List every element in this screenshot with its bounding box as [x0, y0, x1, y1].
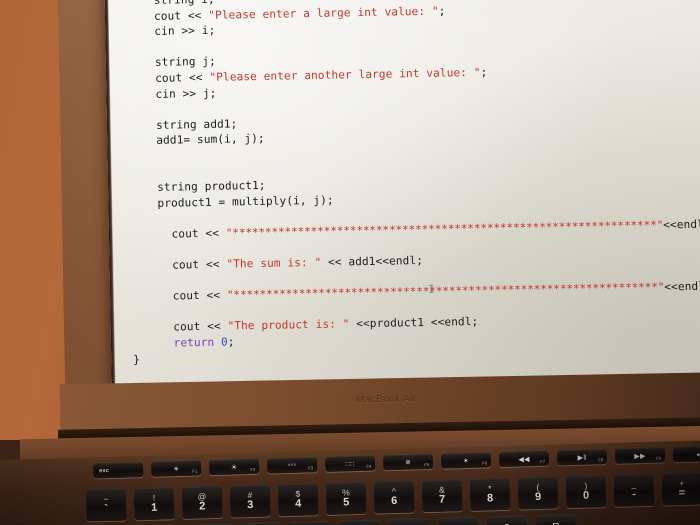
- code-editor-text[interactable]: string i; cout << "Please enter a large …: [127, 0, 700, 368]
- rewind-key[interactable]: ◀◀ F7: [498, 450, 550, 468]
- keyboard-backlight-up-key-glyph: ✶: [462, 457, 470, 465]
- nine-key[interactable]: (9: [517, 476, 559, 510]
- keyboard-backlight-down-key[interactable]: ✵ F5: [382, 453, 434, 471]
- y-key[interactable]: Y: [339, 519, 381, 525]
- one-key[interactable]: ! 1: [133, 487, 175, 521]
- fast-forward-key-label: F9: [656, 455, 662, 461]
- fast-forward-key[interactable]: ▶▶ F9: [614, 447, 666, 464]
- laptop-screen[interactable]: string i; cout << "Please enter a large …: [104, 0, 700, 389]
- number-key-row[interactable]: ~ `! 1 @2 #3 $4% 5 ^ 6 & 7 * 8(9) 0 _ - + =: [85, 472, 700, 522]
- eight-key[interactable]: * 8: [469, 477, 511, 511]
- u-key[interactable]: U: [388, 518, 430, 525]
- brightness-down-key[interactable]: ☀ F1: [150, 460, 202, 477]
- esc-key-glyph: esc: [99, 467, 110, 474]
- keyboard-backlight-down-key-glyph: ✵: [404, 459, 412, 467]
- fast-forward-key-glyph: ▶▶: [634, 452, 646, 460]
- p-key[interactable]: P: [535, 513, 577, 525]
- mute-key-glyph: ◂: [695, 450, 700, 459]
- zero-key[interactable]: ) 0: [565, 475, 607, 509]
- six-key[interactable]: ^ 6: [373, 480, 415, 514]
- mute-key[interactable]: ◂F10: [672, 445, 700, 463]
- esc-key[interactable]: esc: [93, 462, 144, 479]
- brightness-down-key-label: F1: [192, 468, 198, 474]
- rewind-key-label: F7: [540, 458, 546, 464]
- minus-key[interactable]: _ -: [613, 473, 655, 507]
- seven-key[interactable]: & 7: [421, 479, 463, 513]
- keyboard-backlight-down-key-label: F5: [424, 462, 430, 468]
- brightness-up-key[interactable]: ☀ F2: [208, 458, 260, 476]
- o-key[interactable]: O: [486, 515, 528, 525]
- two-key[interactable]: @2: [181, 485, 223, 519]
- brightness-down-key-glyph: ☀: [172, 465, 180, 473]
- four-key[interactable]: $4: [277, 483, 319, 517]
- i-key[interactable]: I: [437, 516, 479, 525]
- keyboard-backlight-up-key-label: F6: [482, 460, 488, 466]
- mission-control-key-glyph: ▫▫▫: [287, 461, 297, 469]
- play-pause-key-glyph: ▶‖: [577, 454, 587, 462]
- rewind-key-glyph: ◀◀: [518, 455, 530, 464]
- mission-control-key-label: F3: [308, 465, 314, 471]
- three-key[interactable]: #3: [229, 484, 271, 518]
- launchpad-key-label: F4: [366, 463, 372, 469]
- five-key[interactable]: % 5: [325, 481, 367, 515]
- launchpad-key[interactable]: ∷∷ F4: [324, 455, 376, 472]
- brightness-up-key-label: F2: [250, 466, 256, 473]
- brightness-up-key-glyph: ☀: [230, 463, 238, 472]
- launchpad-key-glyph: ∷∷: [345, 460, 355, 468]
- photo-scene: string i; cout << "Please enter a large …: [0, 0, 700, 525]
- equals-key[interactable]: + =: [661, 472, 700, 506]
- text-cursor-icon: I: [428, 283, 435, 296]
- play-pause-key[interactable]: ▶‖ F8: [556, 449, 608, 466]
- tilde-key[interactable]: ~ `: [85, 488, 127, 522]
- macbook-air-brand-label: MacBook Air: [355, 393, 417, 406]
- play-pause-key-label: F8: [598, 457, 604, 463]
- mission-control-key[interactable]: ▫▫▫ F3: [266, 457, 318, 474]
- t-key[interactable]: T: [290, 520, 332, 525]
- keyboard-backlight-up-key[interactable]: ✶ F6: [440, 452, 492, 469]
